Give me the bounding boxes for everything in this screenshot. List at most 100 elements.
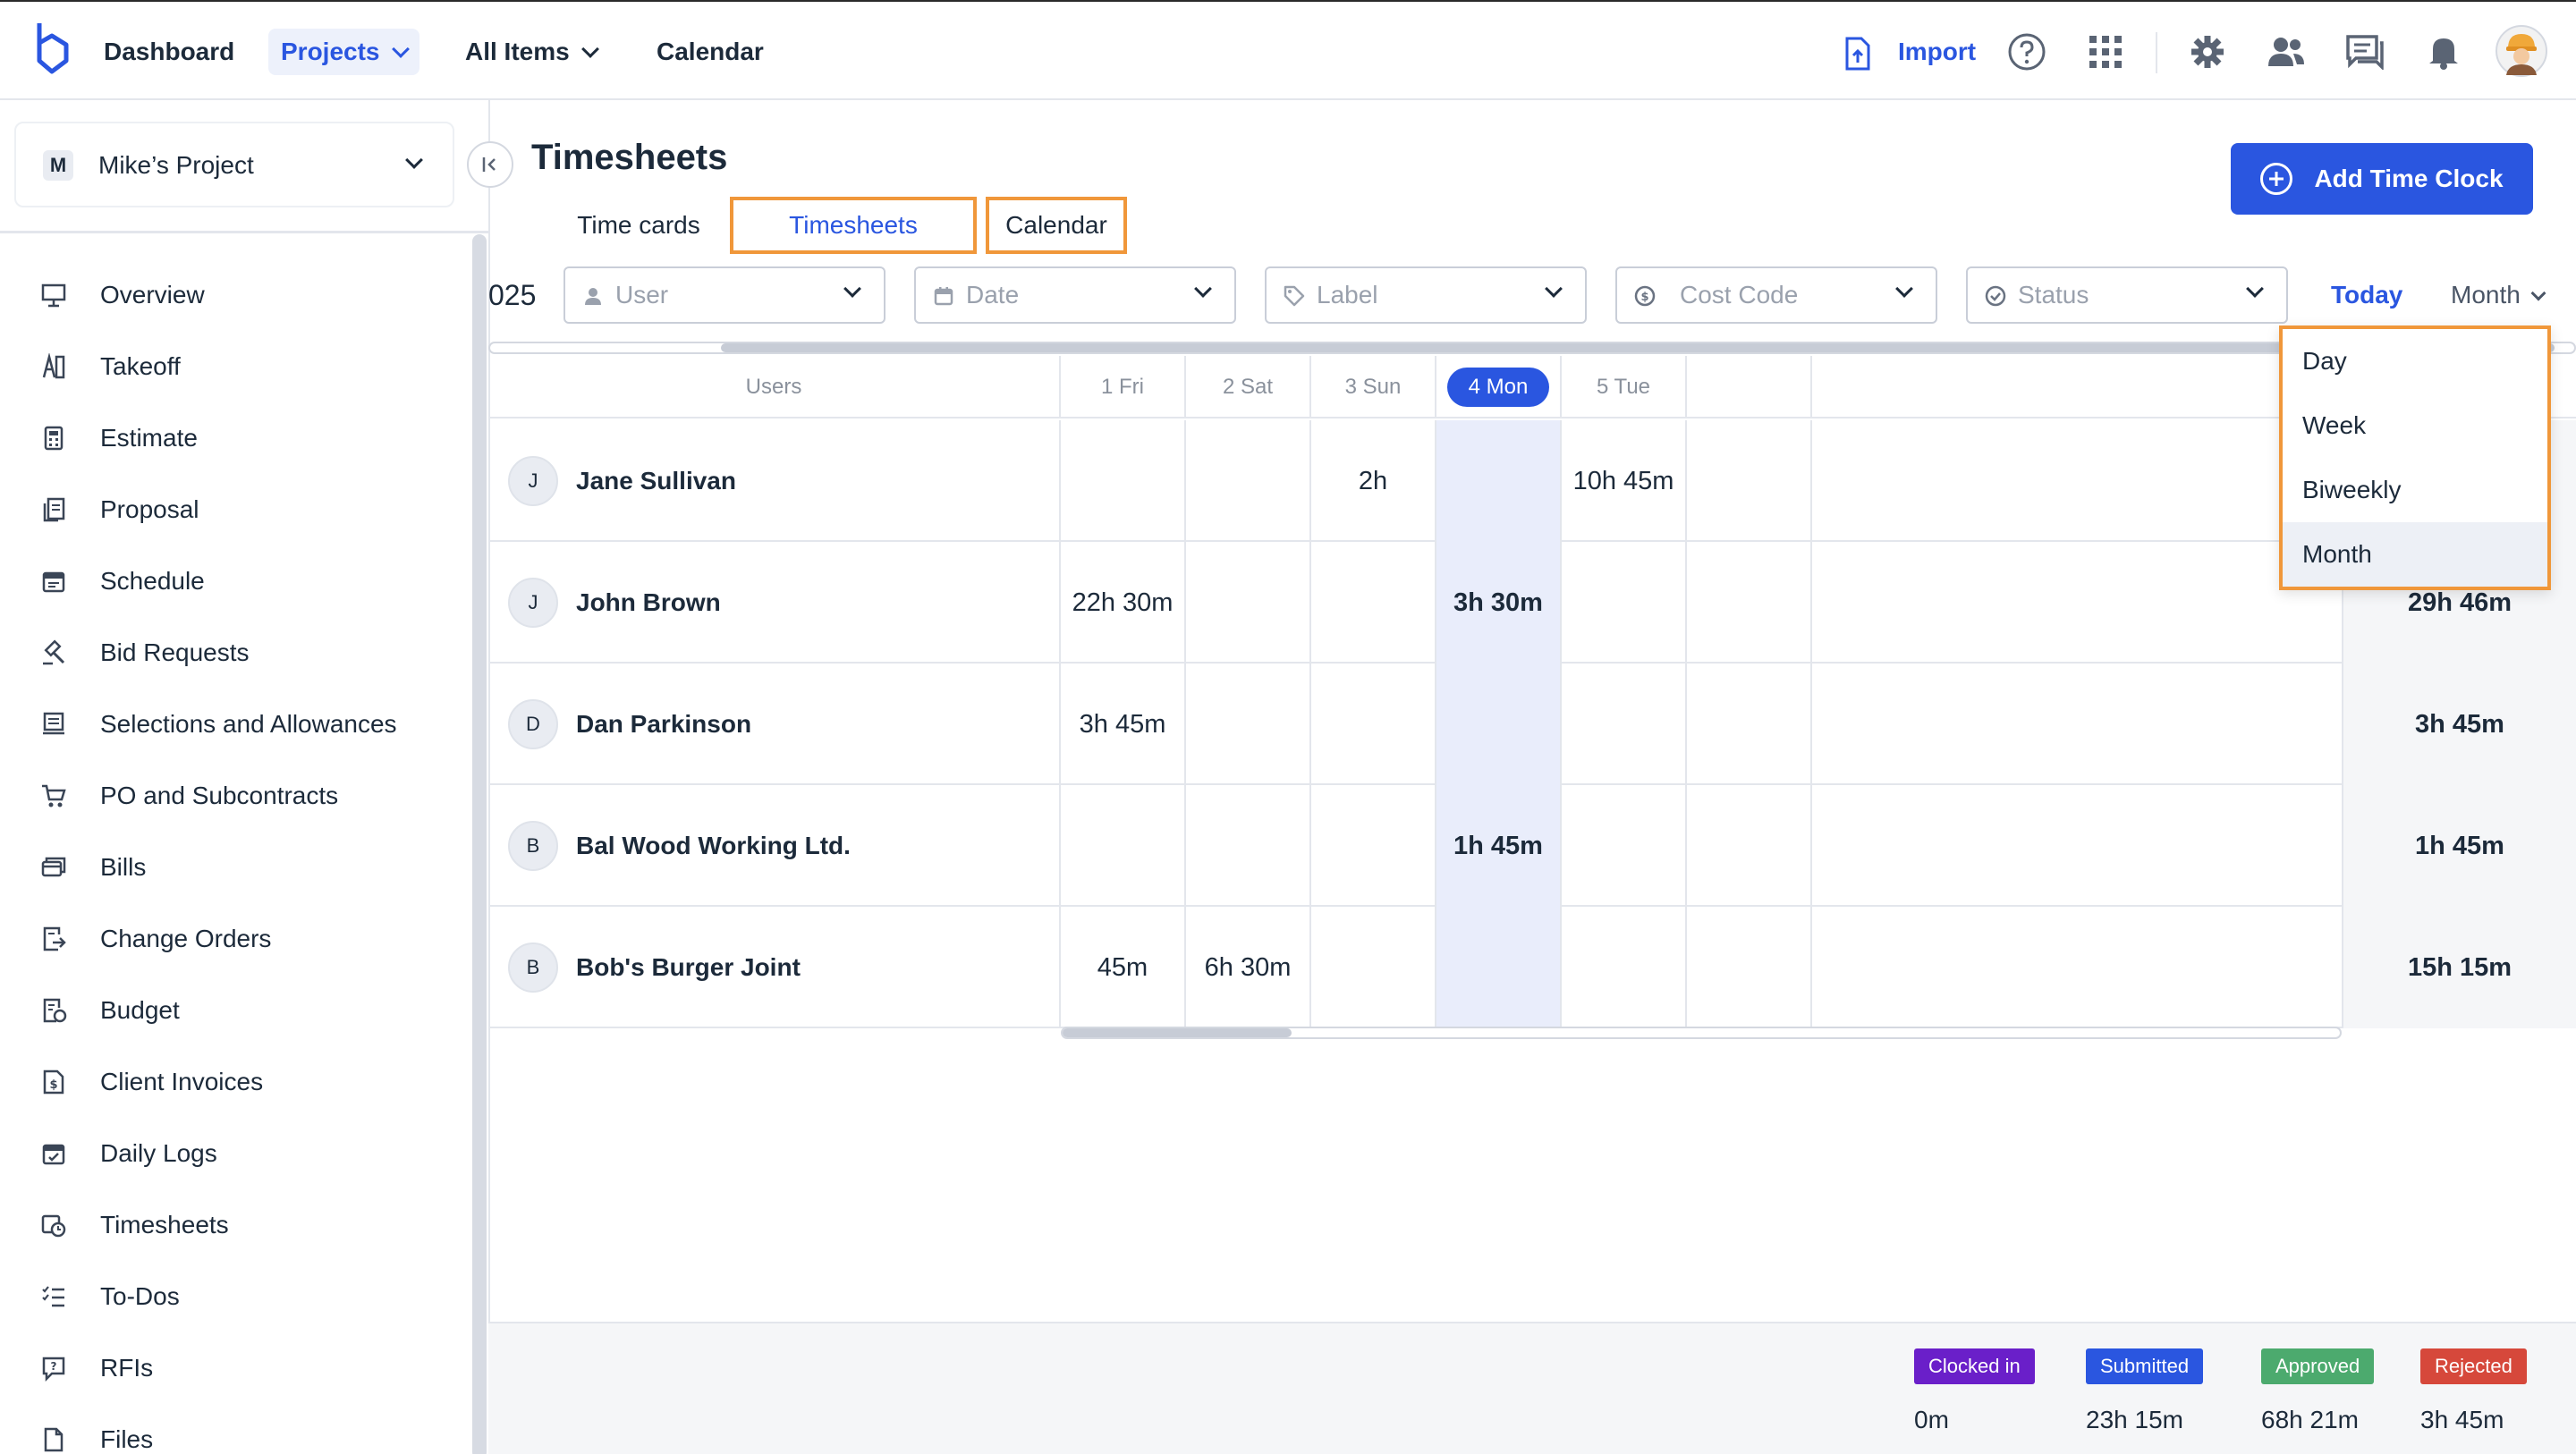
user-initial-avatar: B xyxy=(508,821,558,871)
view-option-biweekly[interactable]: Biweekly xyxy=(2283,458,2547,522)
time-cell[interactable]: 10h 45m xyxy=(1562,420,1687,542)
time-cell[interactable]: 3h 30m xyxy=(1436,542,1562,664)
view-option-day[interactable]: Day xyxy=(2283,329,2547,393)
sidebar-item-to-dos[interactable]: To-Dos xyxy=(0,1261,474,1332)
sidebar-item-selections-and-allowances[interactable]: Selections and Allowances xyxy=(0,689,474,760)
time-cell[interactable]: 22h 30m xyxy=(1061,542,1186,664)
time-cell[interactable] xyxy=(1436,907,1562,1028)
sidebar-item-estimate[interactable]: Estimate xyxy=(0,402,474,474)
time-cell[interactable]: 1h 45m xyxy=(1436,785,1562,907)
sidebar-item-change-orders[interactable]: Change Orders xyxy=(0,903,474,975)
import-button[interactable]: Import xyxy=(1898,30,1976,73)
top-horizontal-scrollbar[interactable] xyxy=(488,342,2576,354)
sidebar-item-bills[interactable]: Bills xyxy=(0,832,474,903)
table-row[interactable]: J John Brown 22h 30m 3h 30m 29h 46m xyxy=(488,542,2576,664)
chevron-down-icon xyxy=(2530,285,2546,301)
user-filter[interactable]: User xyxy=(564,266,886,324)
time-cell[interactable] xyxy=(1186,542,1311,664)
day-column-header: 4 Mon xyxy=(1436,356,1562,418)
day-column-header: 5 Tue xyxy=(1562,356,1687,418)
today-button[interactable]: Today xyxy=(2331,281,2402,309)
sidebar-item-timesheets[interactable]: Timesheets xyxy=(0,1189,474,1261)
tab-timesheets[interactable]: Timesheets xyxy=(730,197,977,254)
project-selector[interactable]: M Mike’s Project xyxy=(14,122,454,207)
time-cell[interactable]: 45m xyxy=(1061,907,1186,1028)
view-option-month[interactable]: Month xyxy=(2283,522,2547,587)
table-row[interactable]: D Dan Parkinson 3h 45m 3h 45m xyxy=(488,664,2576,785)
time-cell[interactable] xyxy=(1311,785,1436,907)
sidebar-item-po-and-subcontracts[interactable]: PO and Subcontracts xyxy=(0,760,474,832)
time-cell[interactable] xyxy=(1311,907,1436,1028)
settings-gear-icon[interactable] xyxy=(2184,29,2231,75)
time-cell[interactable] xyxy=(1436,420,1562,542)
tab-time-cards[interactable]: Time cards xyxy=(558,197,719,254)
sidebar-item-overview[interactable]: Overview xyxy=(0,259,474,331)
sidebar-item-schedule[interactable]: Schedule xyxy=(0,545,474,617)
bottom-horizontal-scrollbar[interactable] xyxy=(1061,1027,2342,1039)
sidebar-item-proposal[interactable]: Proposal xyxy=(0,474,474,545)
time-cell[interactable] xyxy=(1186,420,1311,542)
time-cell[interactable] xyxy=(1311,542,1436,664)
label-filter[interactable]: Label xyxy=(1265,266,1587,324)
time-cell[interactable] xyxy=(1186,785,1311,907)
apps-grid-icon[interactable] xyxy=(2082,29,2129,75)
scrollbar-thumb[interactable] xyxy=(1063,1028,1292,1037)
sidebar-item-budget[interactable]: Budget xyxy=(0,975,474,1046)
time-cell[interactable]: 2h xyxy=(1311,420,1436,542)
time-cell[interactable] xyxy=(1687,664,1812,785)
legend-submitted: Submitted 23h 15m xyxy=(2086,1348,2204,1434)
nav-all-items[interactable]: All Items xyxy=(465,29,599,75)
time-cell[interactable] xyxy=(1687,420,1812,542)
day-column-header: 2 Sat xyxy=(1186,356,1311,418)
sidebar-item-takeoff[interactable]: Takeoff xyxy=(0,331,474,402)
time-cell[interactable] xyxy=(1186,664,1311,785)
time-cell[interactable] xyxy=(1562,785,1687,907)
sidebar-item-daily-logs[interactable]: Daily Logs xyxy=(0,1118,474,1189)
sidebar-scrollbar[interactable] xyxy=(472,234,487,1454)
nav-dashboard[interactable]: Dashboard xyxy=(104,29,234,75)
notifications-bell-icon[interactable] xyxy=(2420,29,2467,75)
calendar-icon xyxy=(932,284,955,308)
time-cell[interactable] xyxy=(1562,542,1687,664)
help-icon[interactable] xyxy=(2004,29,2050,75)
date-filter[interactable]: Date xyxy=(914,266,1236,324)
date-filter-placeholder: Date xyxy=(966,281,1020,309)
view-select[interactable]: Month xyxy=(2451,281,2546,309)
table-row[interactable]: B Bob's Burger Joint 45m 6h 30m 15h 15m xyxy=(488,907,2576,1028)
time-cell[interactable] xyxy=(1687,542,1812,664)
tab-calendar[interactable]: Calendar xyxy=(986,197,1127,254)
collapse-sidebar-button[interactable] xyxy=(467,141,513,188)
status-filter[interactable]: Status xyxy=(1966,266,2288,324)
messages-icon[interactable] xyxy=(2342,29,2388,75)
time-cell[interactable] xyxy=(1687,907,1812,1028)
table-row[interactable]: B Bal Wood Working Ltd. 1h 45m 1h 45m xyxy=(488,785,2576,907)
nav-calendar[interactable]: Calendar xyxy=(657,29,764,75)
table-row[interactable]: J Jane Sullivan 2h 10h 45m xyxy=(488,420,2576,542)
sidebar-item-files[interactable]: Files xyxy=(0,1404,474,1454)
time-cell[interactable]: 3h 45m xyxy=(1061,664,1186,785)
time-cell[interactable] xyxy=(1311,664,1436,785)
view-option-week[interactable]: Week xyxy=(2283,393,2547,458)
add-time-clock-button[interactable]: Add Time Clock xyxy=(2231,143,2533,215)
sidebar-item-rfis[interactable]: ? RFIs xyxy=(0,1332,474,1404)
import-file-icon[interactable] xyxy=(1844,36,1871,72)
cost-code-filter[interactable]: $ Cost Code xyxy=(1615,266,1937,324)
time-cell[interactable] xyxy=(1562,664,1687,785)
sidebar-item-bid-requests[interactable]: Bid Requests xyxy=(0,617,474,689)
user-name: Bal Wood Working Ltd. xyxy=(576,832,851,859)
team-users-icon[interactable] xyxy=(2263,29,2309,75)
app-logo-icon[interactable] xyxy=(32,20,72,79)
time-cell[interactable] xyxy=(1436,664,1562,785)
time-cell[interactable] xyxy=(1687,785,1812,907)
chevron-down-icon xyxy=(580,40,599,58)
sidebar-item-client-invoices[interactable]: $ Client Invoices xyxy=(0,1046,474,1118)
row-total: 15h 15m xyxy=(2342,907,2576,1028)
grid-header-row: Users 1 Fri 2 Sat 3 Sun 4 Mon 5 Tue xyxy=(488,356,2576,418)
time-cell[interactable]: 6h 30m xyxy=(1186,907,1311,1028)
time-cell[interactable] xyxy=(1061,785,1186,907)
sidebar-item-label: Bid Requests xyxy=(100,638,250,666)
time-cell[interactable] xyxy=(1562,907,1687,1028)
nav-projects[interactable]: Projects xyxy=(268,29,419,75)
time-cell[interactable] xyxy=(1061,420,1186,542)
user-avatar[interactable] xyxy=(2496,25,2547,77)
